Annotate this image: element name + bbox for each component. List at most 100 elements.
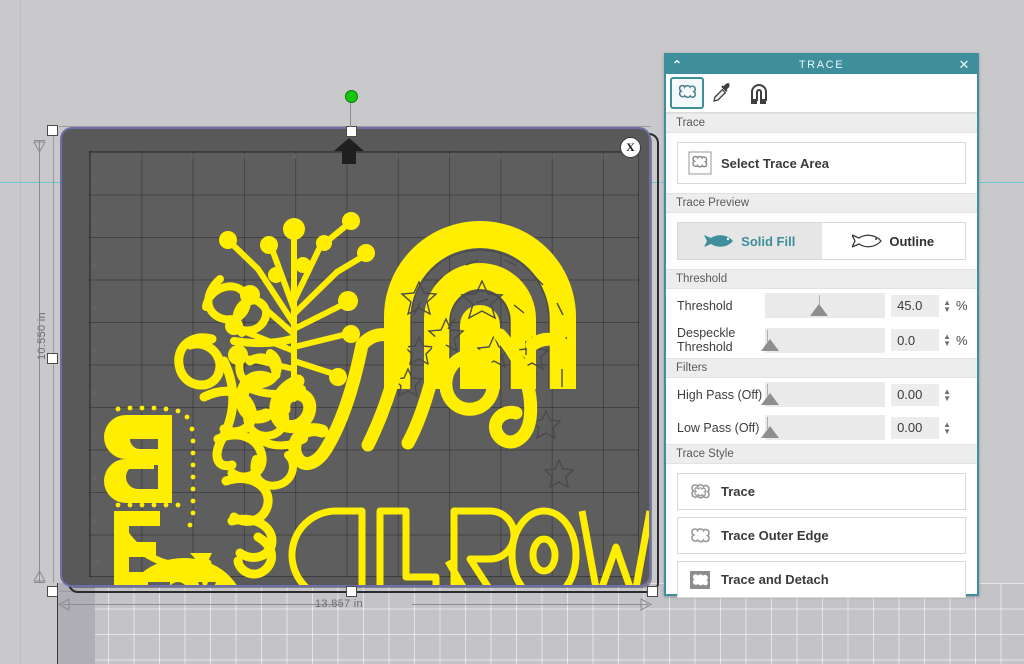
horizontal-dimension-label: 13.857 in [315, 598, 363, 610]
resize-handle-bottom-center[interactable] [346, 586, 357, 597]
low-pass-control-row: Low Pass (Off) 0.00 ▲ ▼ [666, 411, 977, 444]
filters-section-heading: Filters [666, 358, 977, 378]
cutting-mat[interactable]: 1 2 3 4 5 6 7 8 9 10 1 2 3 4 5 6 7 8 9 1… [62, 129, 649, 585]
threshold-slider[interactable] [765, 293, 886, 318]
mat-grid-number: 6 [396, 154, 400, 161]
trace-section-body: Select Trace Area [666, 133, 977, 193]
mat-grid-number: 4 [293, 154, 297, 161]
threshold-unit: % [956, 298, 968, 313]
mat-grid-number: 10 [601, 154, 609, 161]
mat-grid-number: 9 [550, 154, 554, 161]
mat-grid-number: 2 [92, 220, 96, 227]
eyedropper-tool[interactable] [706, 77, 740, 109]
mat-grid-number: 5 [92, 348, 96, 355]
resize-handle-bottom-right[interactable] [647, 586, 658, 597]
select-trace-area-button[interactable]: Select Trace Area [677, 142, 966, 184]
fish-outline-icon [852, 234, 883, 248]
fish-solid-icon [704, 235, 734, 247]
high-pass-control-row: High Pass (Off) 0.00 ▲ ▼ [666, 378, 977, 411]
trace-section-heading: Trace [666, 113, 977, 133]
mat-grid-number: 3 [242, 154, 246, 161]
canvas-sheet-band [58, 583, 95, 664]
mat-grid-number: 1 [139, 154, 143, 161]
magnet-icon [751, 84, 767, 104]
horizontal-dim-arrow-left [58, 598, 70, 611]
threshold-control-row: Threshold 45.0 ▲ ▼ % [666, 289, 977, 322]
horizontal-dimension-line-right [412, 604, 648, 605]
mat-grid-number: 4 [92, 305, 96, 312]
mat-close-button[interactable]: X [620, 137, 641, 158]
vertical-dim-cap-bottom [34, 582, 45, 583]
mat-grid-number: 8 [498, 154, 502, 161]
trace-style-label: Trace Outer Edge [721, 528, 829, 543]
preview-option-label: Outline [889, 233, 935, 249]
slider-thumb[interactable] [761, 393, 779, 405]
mat-grid-number: 3 [92, 263, 96, 270]
despeckle-control-row: Despeckle Threshold 0.0 ▲ ▼ % [666, 322, 977, 358]
mat-grid-number: 1 [92, 178, 96, 185]
despeckle-label: Despeckle Threshold [677, 326, 736, 354]
trace-panel[interactable]: ⌃ TRACE ✕ Trace Select Trace Area Trace … [664, 53, 979, 598]
trace-and-detach-button[interactable]: Trace and Detach [677, 561, 966, 598]
despeckle-unit: % [956, 332, 968, 348]
select-trace-area-label: Select Trace Area [721, 155, 829, 171]
slider-thumb[interactable] [761, 338, 779, 351]
vertical-dim-arrow-bottom [33, 570, 46, 582]
resize-handle-top-center[interactable] [346, 126, 357, 137]
horizontal-dimension-line-left [63, 604, 343, 605]
mat-grid-number: 2 [190, 154, 194, 161]
trace-preview-heading: Trace Preview [666, 193, 977, 213]
high-pass-value[interactable]: 0.00 [891, 383, 940, 406]
panel-title: TRACE [798, 58, 845, 71]
resize-handle-bottom-left[interactable] [47, 586, 58, 597]
trace-style-heading: Trace Style [666, 444, 977, 464]
threshold-section-heading: Threshold [666, 269, 977, 289]
trace-preview-options: Solid Fill Outline [677, 222, 966, 260]
chevron-up-icon[interactable]: ⌃ [672, 59, 684, 71]
trace-frame-icon [688, 151, 712, 175]
magnet-tool[interactable] [742, 77, 776, 109]
slider-thumb[interactable] [761, 426, 779, 438]
mat-grid-number: 7 [92, 433, 96, 440]
mat-grid-number: 9 [92, 518, 96, 525]
trace-style-label: Trace [721, 484, 755, 499]
trace-outer-edge-icon [691, 527, 710, 542]
rotate-handle-stem [350, 101, 351, 127]
trace-style-trace-button[interactable]: Trace [677, 473, 966, 510]
horizontal-dim-arrow-right [640, 598, 652, 611]
low-pass-slider[interactable] [761, 415, 886, 440]
despeckle-stepper[interactable]: ▲ ▼ [943, 333, 951, 348]
mat-grid-number: 10 [92, 560, 100, 567]
mat-grid: 1 2 3 4 5 6 7 8 9 10 1 2 3 4 5 6 7 8 9 1… [89, 151, 639, 577]
trace-toolbar [666, 74, 977, 113]
mat-grid-number: 7 [447, 154, 451, 161]
close-icon[interactable]: ✕ [959, 58, 972, 71]
high-pass-label: High Pass (Off) [677, 387, 763, 402]
despeckle-value[interactable]: 0.0 [891, 329, 940, 351]
select-trace-area-tool[interactable] [670, 77, 704, 109]
trace-outer-edge-button[interactable]: Trace Outer Edge [677, 517, 966, 554]
eyedropper-icon [713, 83, 730, 102]
high-pass-stepper[interactable]: ▲ ▼ [943, 387, 951, 402]
mat-grid-number: 8 [92, 475, 96, 482]
low-pass-stepper[interactable]: ▲ ▼ [943, 420, 951, 435]
threshold-label: Threshold [677, 298, 733, 313]
resize-handle-top-left[interactable] [47, 125, 58, 136]
despeckle-slider[interactable] [761, 327, 886, 353]
threshold-stepper[interactable]: ▲ ▼ [943, 298, 951, 313]
mat-grid-number: 6 [92, 390, 96, 397]
preview-option-solid-fill[interactable]: Solid Fill [678, 223, 822, 259]
rotate-handle[interactable] [345, 90, 358, 103]
trace-style-label: Trace and Detach [721, 572, 829, 587]
vertical-dim-arrow-top [33, 141, 46, 153]
threshold-value[interactable]: 45.0 [891, 294, 940, 317]
trace-frame-icon [678, 84, 696, 99]
resize-handle-mid-left[interactable] [47, 353, 58, 364]
low-pass-value[interactable]: 0.00 [891, 416, 940, 439]
high-pass-slider[interactable] [761, 382, 886, 407]
trace-panel-header: ⌃ TRACE ✕ [666, 55, 977, 74]
slider-thumb[interactable] [810, 304, 829, 316]
trace-and-detach-icon [690, 570, 710, 589]
preview-option-outline[interactable]: Outline [821, 223, 965, 259]
vertical-dimension-line [39, 140, 40, 583]
